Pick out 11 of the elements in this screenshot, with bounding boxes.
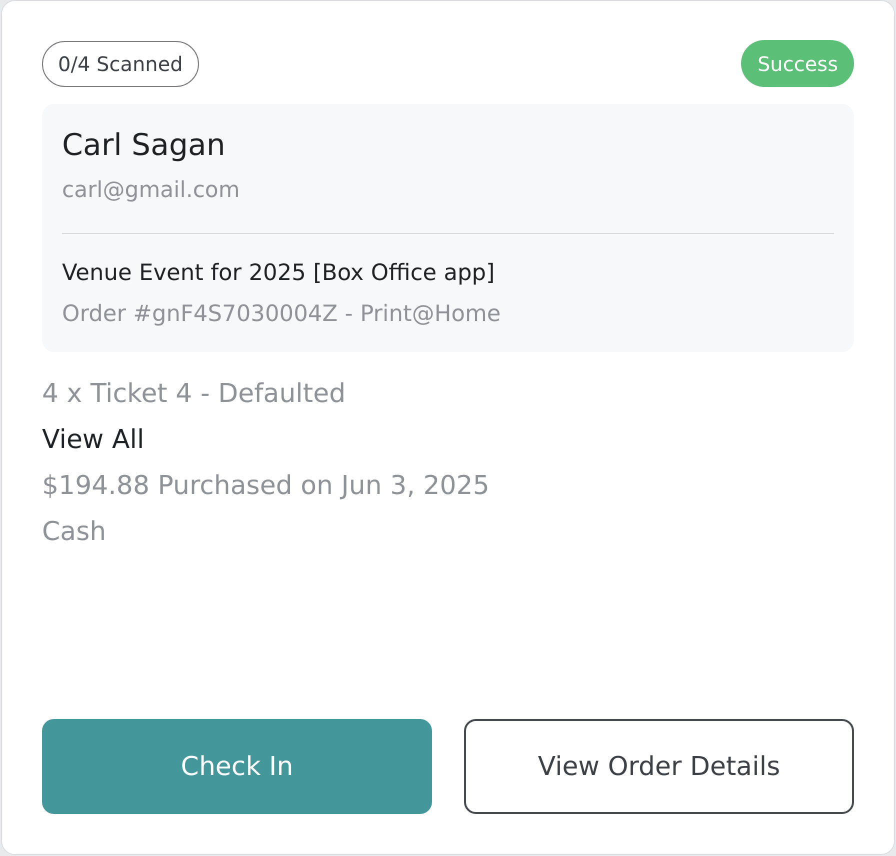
view-all-link[interactable]: View All bbox=[42, 417, 144, 463]
order-number: Order #gnF4S7030004Z - Print@Home bbox=[62, 300, 502, 328]
view-order-details-button[interactable]: View Order Details bbox=[464, 719, 854, 814]
order-detail-text: Cash bbox=[42, 516, 106, 549]
customer-name: Carl Sagan bbox=[62, 128, 226, 164]
order-detail-text: 4 x Ticket 4 - Defaulted bbox=[42, 378, 346, 411]
status-badge: Success bbox=[741, 40, 854, 87]
order-detail-text: $194.88 Purchased on Jun 3, 2025 bbox=[42, 470, 490, 503]
customer-email: carl@gmail.com bbox=[62, 177, 241, 205]
scan-count-badge: 0/4 Scanned bbox=[42, 40, 199, 86]
event-title: Venue Event for 2025 [Box Office app] bbox=[62, 260, 496, 286]
